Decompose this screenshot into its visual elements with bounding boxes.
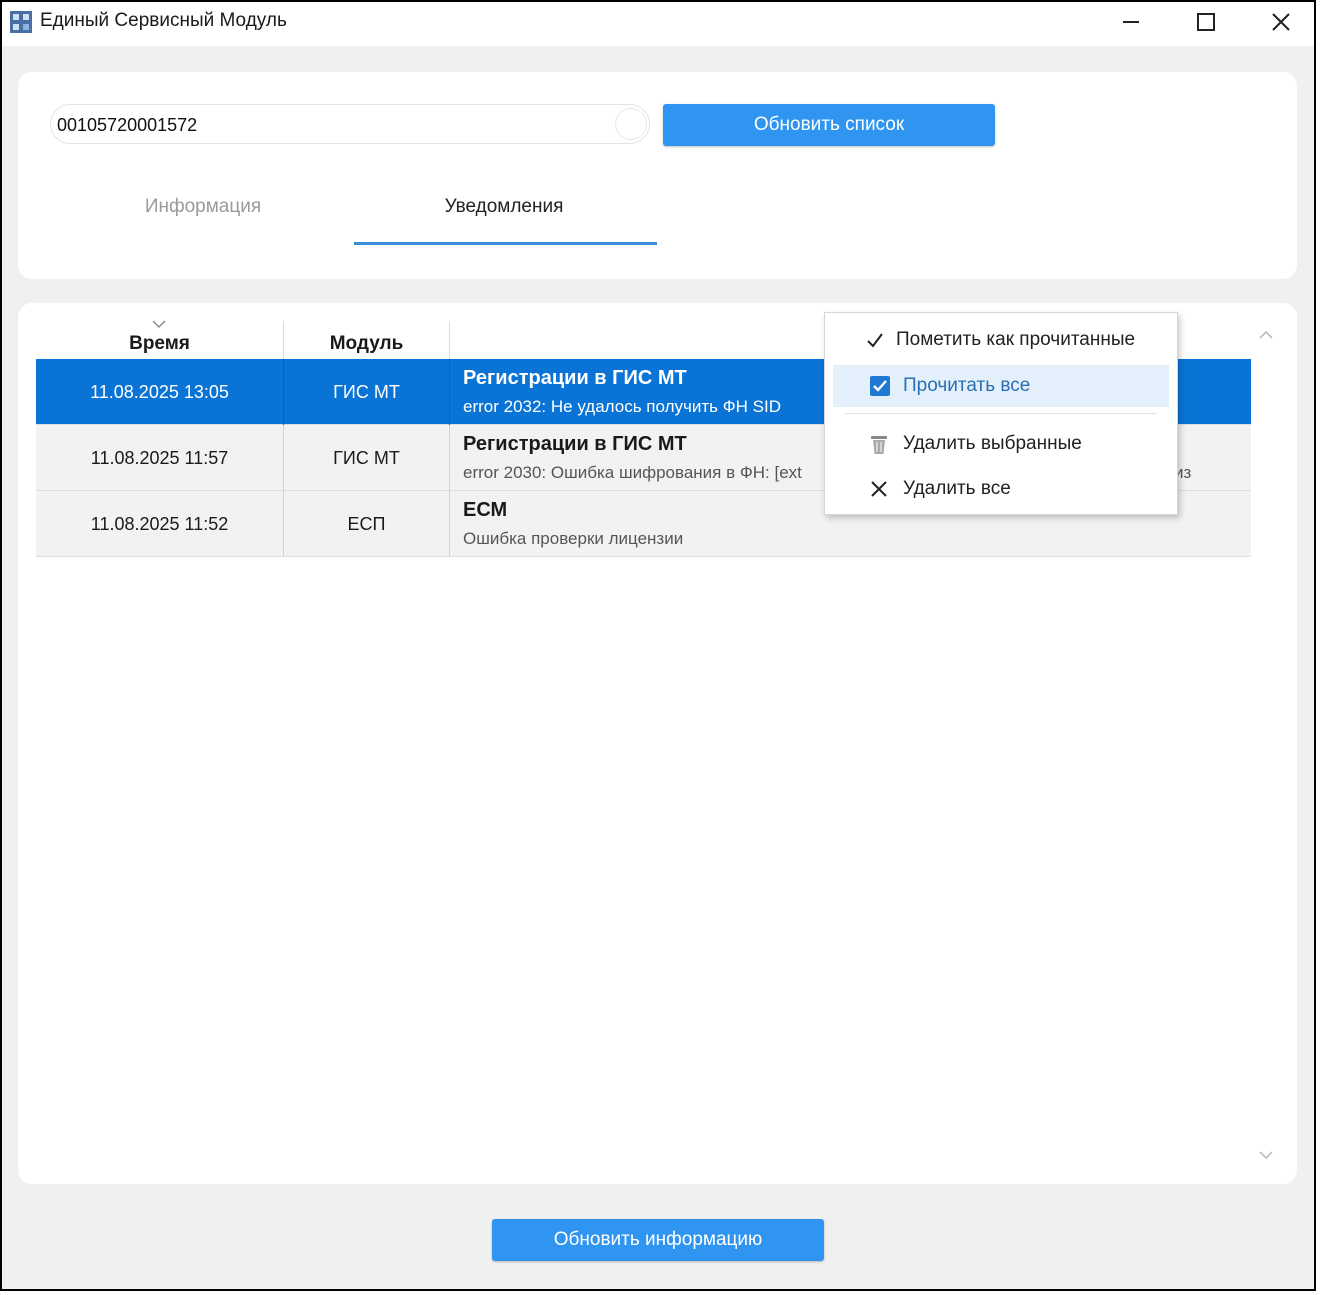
scroll-up-arrow-icon[interactable] (1258, 327, 1274, 345)
message-title: ЕСМ (463, 499, 508, 521)
message-title: Регистрации в ГИС МТ (463, 433, 687, 455)
message-title: Регистрации в ГИС МТ (463, 367, 687, 389)
column-header-time[interactable]: Время (36, 319, 283, 359)
menu-item-delete-all[interactable]: Удалить все (833, 468, 1169, 510)
close-window-button[interactable] (1245, 2, 1317, 42)
context-menu: Пометить как прочитанные Прочитать все У… (824, 312, 1178, 515)
menu-item-label: Пометить как прочитанные (896, 329, 1136, 350)
header-panel: 00105720001572 Обновить список Информаци… (18, 72, 1297, 279)
scroll-down-arrow-icon[interactable] (1258, 1147, 1274, 1165)
cell-module: ЕСП (347, 513, 386, 534)
clear-input-button[interactable] (615, 108, 647, 140)
menu-item-label: Прочитать все (903, 375, 1031, 396)
minimize-button[interactable] (1095, 2, 1167, 42)
cell-time: 11.08.2025 11:57 (90, 447, 229, 468)
serial-number-value[interactable]: 00105720001572 (57, 115, 197, 136)
serial-number-input[interactable]: 00105720001572 (50, 104, 650, 144)
close-icon (1272, 13, 1290, 31)
title-bar: Единый Сервисный Модуль (2, 2, 1314, 46)
menu-item-delete-selected[interactable]: Удалить выбранные (833, 423, 1169, 465)
menu-item-label: Удалить все (903, 478, 1011, 499)
active-tab-indicator (354, 242, 657, 245)
menu-item-label: Удалить выбранные (903, 433, 1082, 454)
app-logo-icon (8, 9, 34, 35)
menu-divider (845, 413, 1157, 414)
refresh-info-button[interactable]: Обновить информацию (492, 1219, 824, 1261)
checkbox-checked-icon (868, 374, 892, 398)
column-header-module[interactable]: Модуль (284, 319, 449, 359)
check-icon (863, 328, 887, 352)
cell-module: ГИС МТ (333, 381, 400, 402)
maximize-button[interactable] (1170, 2, 1242, 42)
tab-notifications[interactable]: Уведомления (354, 196, 654, 218)
message-text: Ошибка проверки лицензии (463, 529, 684, 548)
refresh-list-button[interactable]: Обновить список (663, 104, 995, 146)
trash-icon (867, 432, 891, 456)
close-icon (867, 477, 891, 501)
tab-info[interactable]: Информация (53, 196, 353, 218)
message-text: error 2032: Не удалось получить ФН SID (463, 397, 781, 416)
minimize-icon (1123, 21, 1139, 23)
menu-item-mark-read[interactable]: Пометить как прочитанные (833, 319, 1169, 361)
cell-module: ГИС МТ (333, 447, 400, 468)
message-text: error 2030: Ошибка шифрования в ФН: [ext (463, 463, 802, 482)
app-window: Единый Сервисный Модуль 00105720001572 О… (0, 0, 1316, 1291)
cell-time: 11.08.2025 13:05 (90, 381, 229, 402)
menu-item-read-all[interactable]: Прочитать все (833, 365, 1169, 407)
cell-time: 11.08.2025 11:52 (90, 513, 229, 534)
window-title: Единый Сервисный Модуль (40, 10, 287, 31)
maximize-icon (1197, 13, 1215, 31)
